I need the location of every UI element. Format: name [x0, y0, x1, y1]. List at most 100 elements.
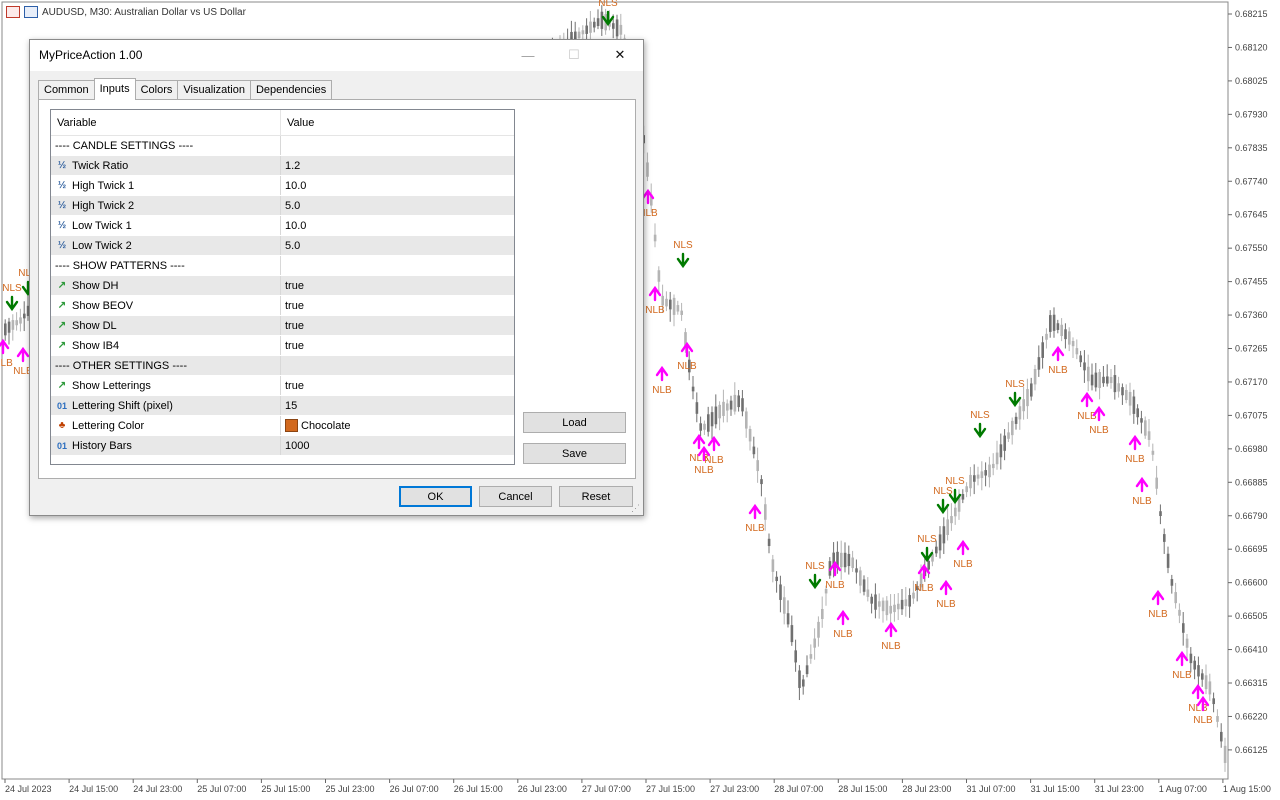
- variable-label: Show DL: [72, 319, 117, 332]
- input-row[interactable]: ↗ Show BEOV true: [51, 296, 514, 316]
- price-label: 0.66220: [1235, 711, 1268, 721]
- time-label: 24 Jul 15:00: [69, 784, 118, 794]
- value-cell[interactable]: [281, 356, 514, 375]
- ok-button[interactable]: OK: [399, 486, 472, 507]
- boolean-icon: ↗: [57, 320, 67, 331]
- candle-body: [843, 552, 847, 568]
- value-cell[interactable]: 15: [281, 396, 514, 415]
- value-cell[interactable]: 1000: [281, 436, 514, 455]
- candle-body: [878, 601, 881, 607]
- time-label: 24 Jul 2023: [5, 784, 52, 794]
- input-row[interactable]: ½ Twick Ratio 1.2: [51, 156, 514, 176]
- candle-body: [703, 423, 706, 430]
- price-label: 0.67930: [1235, 109, 1268, 119]
- time-label: 26 Jul 23:00: [518, 784, 567, 794]
- fraction-icon: ½: [57, 220, 67, 231]
- value-cell[interactable]: true: [281, 316, 514, 335]
- variable-cell: ↗ Show DL: [51, 316, 281, 335]
- input-row[interactable]: ♣ Lettering Color Chocolate: [51, 416, 514, 436]
- candle-body: [718, 404, 721, 419]
- value-cell[interactable]: Chocolate: [281, 416, 514, 435]
- candle-body: [851, 557, 854, 569]
- candle-body: [710, 412, 714, 427]
- dialog-titlebar[interactable]: MyPriceAction 1.00 — ☐ ✕: [30, 40, 643, 71]
- input-row[interactable]: ---- OTHER SETTINGS ----: [51, 356, 514, 376]
- marker-label: NLS: [1005, 379, 1025, 390]
- column-header-value[interactable]: Value: [281, 110, 514, 135]
- input-row[interactable]: ½ Low Twick 2 5.0: [51, 236, 514, 256]
- tab-visualization[interactable]: Visualization: [177, 80, 251, 100]
- dialog-title: MyPriceAction 1.00: [39, 48, 143, 62]
- candle-body: [1075, 348, 1079, 355]
- reset-button[interactable]: Reset: [559, 486, 633, 507]
- candle-body: [790, 625, 794, 643]
- candle-body: [733, 394, 737, 412]
- value-cell[interactable]: 5.0: [281, 236, 514, 255]
- value-cell[interactable]: true: [281, 276, 514, 295]
- marker-label: NLB: [745, 523, 765, 534]
- tab-inputs[interactable]: Inputs: [93, 78, 136, 100]
- input-row[interactable]: 01 Lettering Shift (pixel) 15: [51, 396, 514, 416]
- candle-body: [1060, 324, 1063, 337]
- input-row[interactable]: ½ High Twick 2 5.0: [51, 196, 514, 216]
- value-cell[interactable]: 10.0: [281, 216, 514, 235]
- variable-label: High Twick 1: [72, 179, 135, 192]
- variable-cell: ↗ Show BEOV: [51, 296, 281, 315]
- input-row[interactable]: ---- CANDLE SETTINGS ----: [51, 136, 514, 156]
- input-row[interactable]: ↗ Show DH true: [51, 276, 514, 296]
- candle-body: [1182, 623, 1185, 633]
- value-cell[interactable]: [281, 256, 514, 275]
- value-cell[interactable]: true: [281, 296, 514, 315]
- value-cell[interactable]: true: [281, 336, 514, 355]
- variable-cell: ---- CANDLE SETTINGS ----: [51, 136, 281, 155]
- candle-body: [855, 568, 858, 573]
- color-swatch[interactable]: [285, 419, 298, 432]
- save-button[interactable]: Save: [523, 443, 626, 464]
- value-cell[interactable]: true: [281, 376, 514, 395]
- input-row[interactable]: ½ High Twick 1 10.0: [51, 176, 514, 196]
- load-button[interactable]: Load: [523, 412, 626, 433]
- value-text: 10.0: [285, 179, 307, 192]
- candle-body: [862, 579, 866, 592]
- input-row[interactable]: ↗ Show IB4 true: [51, 336, 514, 356]
- input-row[interactable]: 01 History Bars 1000: [51, 436, 514, 456]
- candle-body: [676, 305, 680, 312]
- price-label: 0.66600: [1235, 578, 1268, 588]
- cancel-button[interactable]: Cancel: [479, 486, 552, 507]
- minimize-icon[interactable]: —: [505, 40, 551, 70]
- candle-body: [714, 406, 718, 425]
- value-cell[interactable]: [281, 136, 514, 155]
- variable-label: High Twick 2: [72, 199, 135, 212]
- candle-body: [946, 519, 949, 536]
- input-row[interactable]: ---- SHOW PATTERNS ----: [51, 256, 514, 276]
- candle-body: [1147, 431, 1151, 440]
- marker-label: NLB: [936, 599, 956, 610]
- one-click-trading-icon[interactable]: [24, 6, 38, 18]
- value-text: true: [285, 299, 304, 312]
- value-cell[interactable]: 5.0: [281, 196, 514, 215]
- price-label: 0.66505: [1235, 611, 1268, 621]
- chart-menu-icon[interactable]: [6, 6, 20, 18]
- fraction-icon: ½: [57, 160, 67, 171]
- candle-body: [935, 546, 938, 554]
- resize-grip-icon[interactable]: ⋰: [631, 503, 641, 513]
- candle-body: [1132, 396, 1136, 414]
- column-header-variable[interactable]: Variable: [51, 110, 281, 135]
- candle-body: [1083, 362, 1086, 371]
- candle-body: [4, 323, 7, 336]
- maximize-icon[interactable]: ☐: [551, 40, 597, 70]
- variable-label: Low Twick 1: [72, 219, 132, 232]
- input-row[interactable]: ½ Low Twick 1 10.0: [51, 216, 514, 236]
- candle-body: [847, 553, 851, 567]
- variable-cell: 01 History Bars: [51, 436, 281, 455]
- value-cell[interactable]: 1.2: [281, 156, 514, 175]
- tab-common[interactable]: Common: [38, 80, 95, 100]
- input-row[interactable]: ↗ Show DL true: [51, 316, 514, 336]
- tab-dependencies[interactable]: Dependencies: [249, 80, 333, 100]
- value-cell[interactable]: 10.0: [281, 176, 514, 195]
- input-row[interactable]: ↗ Show Letterings true: [51, 376, 514, 396]
- variable-cell: ↗ Show IB4: [51, 336, 281, 355]
- close-icon[interactable]: ✕: [597, 40, 643, 70]
- variable-label: Twick Ratio: [72, 159, 129, 172]
- tab-colors[interactable]: Colors: [134, 80, 179, 100]
